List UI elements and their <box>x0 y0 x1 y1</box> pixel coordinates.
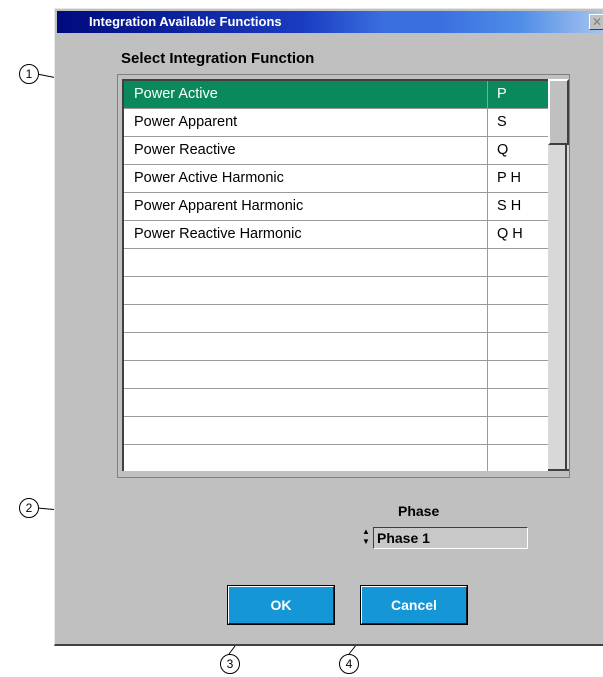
column-separator <box>487 361 488 388</box>
function-list[interactable]: Power Active P Power Apparent S Power Reacti… <box>122 79 548 471</box>
column-separator <box>487 193 488 220</box>
list-row[interactable]: Power Active Harmonic P H <box>124 165 548 193</box>
row-function-code: Q <box>497 142 509 158</box>
row-function-code: P <box>497 86 507 102</box>
callout-4: 4 <box>339 654 359 674</box>
list-row[interactable] <box>124 277 548 305</box>
list-scrollbar[interactable] <box>548 79 569 471</box>
list-row[interactable] <box>124 249 548 277</box>
column-separator <box>487 249 488 276</box>
list-row[interactable]: Power Reactive Harmonic Q H <box>124 221 548 249</box>
scrollbar-thumb[interactable] <box>548 79 569 145</box>
list-row[interactable] <box>124 333 548 361</box>
scrollbar-bottom-edge <box>548 469 569 471</box>
list-row[interactable]: Power Apparent Harmonic S H <box>124 193 548 221</box>
list-row[interactable] <box>124 445 548 471</box>
row-function-name: Power Active Harmonic <box>134 170 284 186</box>
column-separator <box>487 333 488 360</box>
row-function-name: Power Active <box>134 86 218 102</box>
list-row[interactable] <box>124 417 548 445</box>
row-function-name: Power Reactive Harmonic <box>134 226 302 242</box>
close-icon[interactable]: ✕ <box>589 14 603 30</box>
list-row[interactable] <box>124 389 548 417</box>
phase-label: Phase <box>398 503 440 519</box>
column-separator <box>487 445 488 471</box>
list-heading: Select Integration Function <box>121 50 315 67</box>
row-function-code: S H <box>497 198 522 214</box>
list-row[interactable]: Power Reactive Q <box>124 137 548 165</box>
ok-button[interactable]: OK <box>227 585 335 625</box>
row-function-name: Power Apparent Harmonic <box>134 198 304 214</box>
column-separator <box>487 305 488 332</box>
column-separator <box>487 137 488 164</box>
row-function-name: Power Reactive <box>134 142 236 158</box>
row-function-code: Q H <box>497 226 523 242</box>
list-row[interactable]: Power Apparent S <box>124 109 548 137</box>
window-title: Integration Available Functions <box>89 14 282 29</box>
column-separator <box>487 109 488 136</box>
column-separator <box>487 277 488 304</box>
row-function-code: S <box>497 114 507 130</box>
column-separator <box>487 417 488 444</box>
phase-field[interactable]: Phase 1 <box>373 527 528 549</box>
phase-spinner[interactable]: ▲ ▼ <box>362 527 371 549</box>
list-row[interactable] <box>124 305 548 333</box>
column-separator <box>487 389 488 416</box>
callout-1: 1 <box>19 64 39 84</box>
row-function-name: Power Apparent <box>134 114 238 130</box>
column-separator <box>487 165 488 192</box>
cancel-button[interactable]: Cancel <box>360 585 468 625</box>
spinner-down-icon[interactable]: ▼ <box>362 537 371 547</box>
list-row[interactable] <box>124 361 548 389</box>
spinner-up-icon[interactable]: ▲ <box>362 527 371 537</box>
callout-2: 2 <box>19 498 39 518</box>
title-bar[interactable]: Integration Available Functions ✕ <box>57 11 603 33</box>
scrollbar-track-edge <box>565 145 567 471</box>
row-function-code: P H <box>497 170 521 186</box>
list-row[interactable]: Power Active P <box>124 81 548 109</box>
column-separator <box>487 81 488 108</box>
callout-3: 3 <box>220 654 240 674</box>
column-separator <box>487 221 488 248</box>
